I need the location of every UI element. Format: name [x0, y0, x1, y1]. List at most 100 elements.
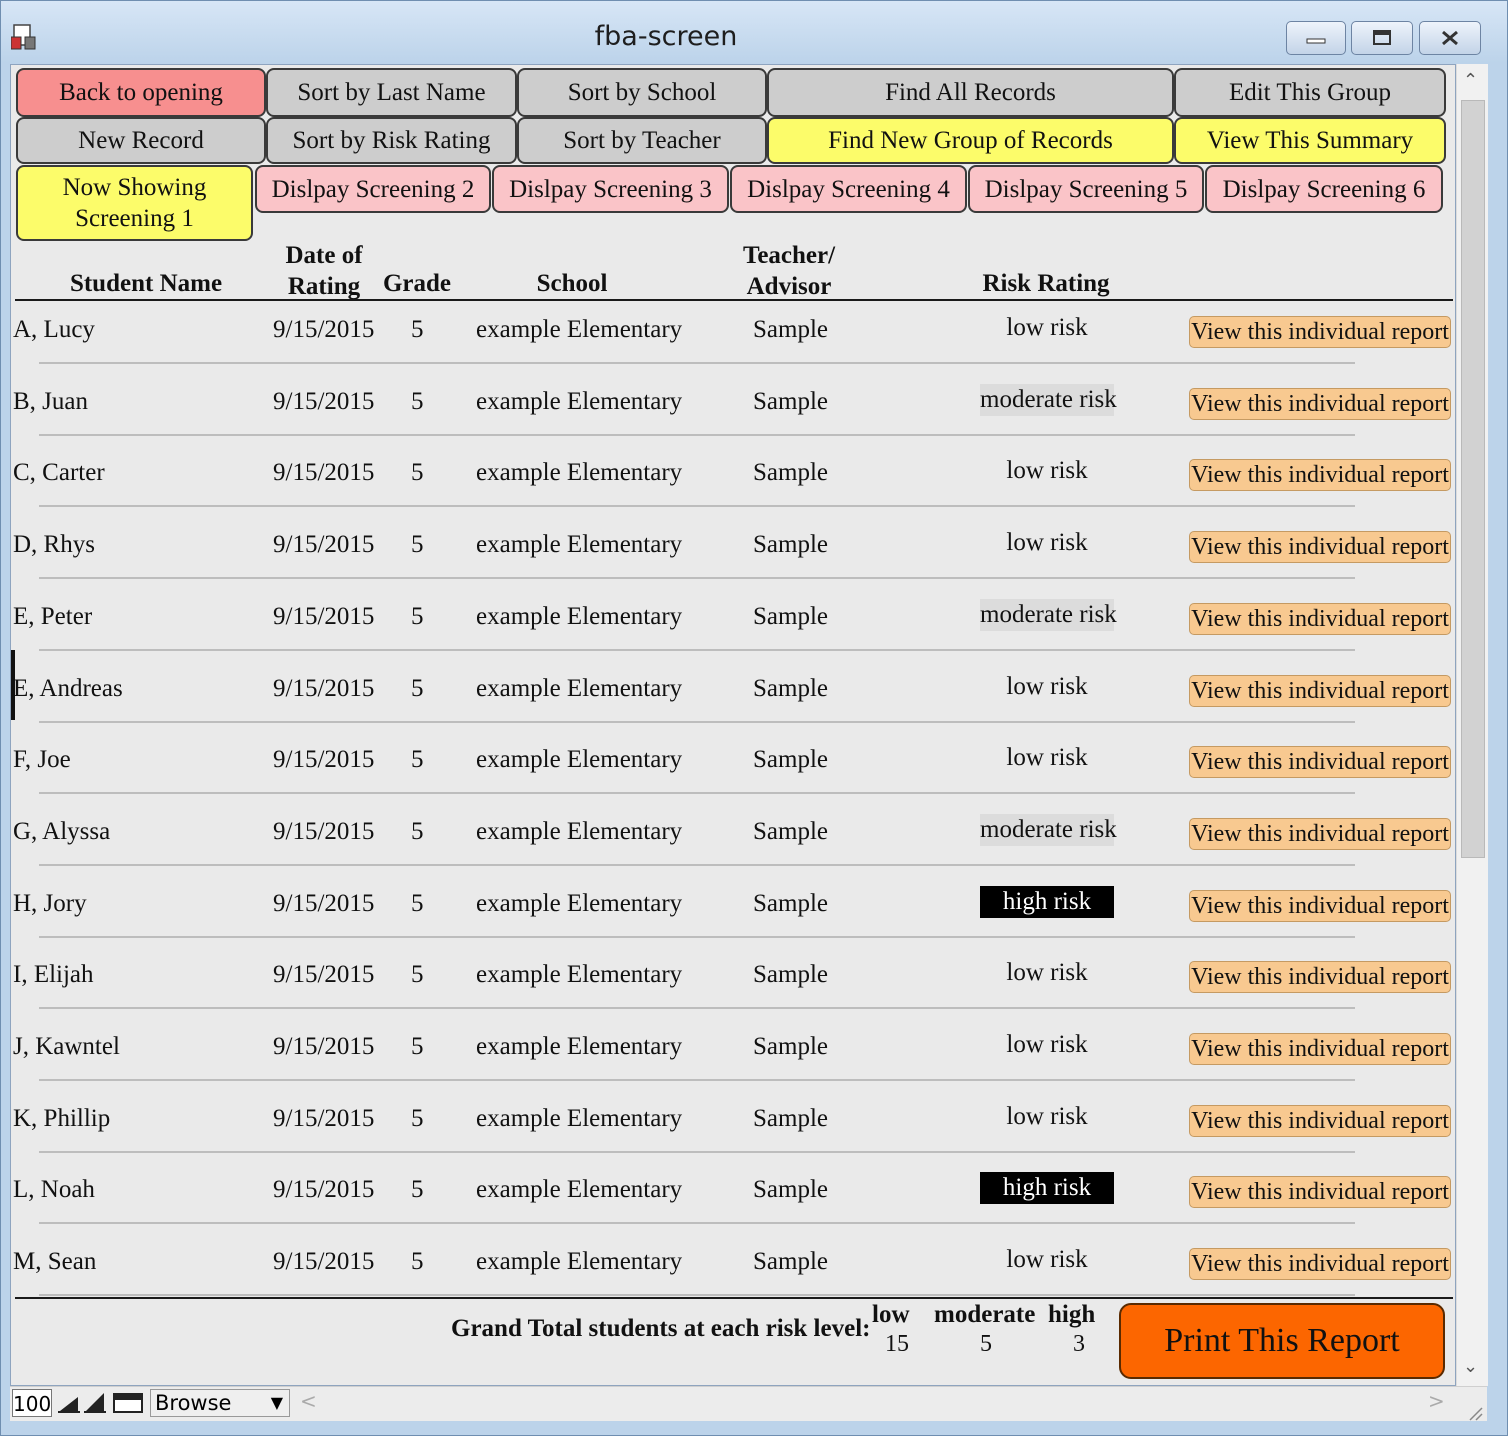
maximize-button[interactable] [1351, 21, 1413, 55]
moderate-level-count: 5 [980, 1331, 992, 1357]
risk-rating-cell: moderate risk [980, 814, 1117, 846]
maximize-icon [1373, 30, 1391, 45]
zoom-level[interactable]: 100 [12, 1389, 52, 1417]
find-new-group-button[interactable]: Find New Group of Records [767, 117, 1174, 164]
screening-6-button[interactable]: Dislpay Screening 6 [1205, 165, 1443, 213]
view-individual-report-button[interactable]: View this individual report [1189, 603, 1451, 635]
scroll-thumb[interactable] [1461, 100, 1485, 858]
toolbar-toggle-icon[interactable] [113, 1391, 143, 1415]
table-row: M, Sean 9/15/2015 5 example Elementary Sampl… [11, 1234, 1455, 1306]
school-cell: example Elementary [476, 316, 683, 343]
low-level-label: low [872, 1301, 910, 1328]
teacher-cell: Sample [753, 890, 828, 917]
date-cell: 9/15/2015 [273, 531, 375, 558]
minimize-icon [1306, 38, 1326, 44]
row-divider [39, 577, 1355, 579]
grade-cell: 5 [411, 1248, 424, 1275]
view-individual-report-button[interactable]: View this individual report [1189, 1248, 1451, 1280]
date-cell: 9/15/2015 [273, 675, 375, 702]
edit-this-group-button[interactable]: Edit This Group [1174, 68, 1446, 117]
view-individual-report-button[interactable]: View this individual report [1189, 1105, 1451, 1137]
table-row: I, Elijah 9/15/2015 5 example Elementary Sam… [11, 947, 1455, 1019]
row-divider [39, 434, 1355, 436]
view-individual-report-button[interactable]: View this individual report [1189, 459, 1451, 491]
risk-rating-cell: low risk [1006, 1031, 1088, 1058]
resize-grip-icon[interactable] [1467, 1405, 1483, 1421]
high-level-label: high [1048, 1301, 1096, 1328]
teacher-cell: Sample [753, 459, 828, 486]
grade-cell: 5 [411, 1176, 424, 1203]
view-individual-report-button[interactable]: View this individual report [1189, 675, 1451, 707]
view-individual-report-button[interactable]: View this individual report [1189, 818, 1451, 850]
student-name-cell: E, Andreas [13, 675, 123, 702]
mode-dropdown[interactable]: Browse ▼ [150, 1389, 290, 1417]
view-individual-report-button[interactable]: View this individual report [1189, 316, 1451, 348]
grade-cell: 5 [411, 746, 424, 773]
date-cell: 9/15/2015 [273, 890, 375, 917]
screening-5-button[interactable]: Dislpay Screening 5 [968, 165, 1204, 213]
title-bar: fba-screen [1, 1, 1507, 63]
new-record-button[interactable]: New Record [16, 117, 266, 164]
table-row: G, Alyssa 9/15/2015 5 example Elementary Sam… [11, 804, 1455, 876]
zoom-in-icon[interactable] [84, 1391, 106, 1415]
sort-by-risk-rating-button[interactable]: Sort by Risk Rating [266, 117, 517, 164]
date-cell: 9/15/2015 [273, 1176, 375, 1203]
window-title: fba-screen [594, 21, 738, 52]
view-individual-report-button[interactable]: View this individual report [1189, 746, 1451, 778]
minimize-button[interactable] [1286, 21, 1346, 55]
table-row: H, Jory 9/15/2015 5 example Elementary Sampl… [11, 876, 1455, 948]
print-report-button[interactable]: Print This Report [1119, 1303, 1445, 1379]
date-cell: 9/15/2015 [273, 316, 375, 343]
teacher-cell: Sample [753, 603, 828, 630]
grade-cell: 5 [411, 531, 424, 558]
row-divider [39, 362, 1355, 364]
teacher-cell: Sample [753, 1248, 828, 1275]
grade-cell: 5 [411, 818, 424, 845]
row-divider [39, 1294, 1355, 1296]
view-individual-report-button[interactable]: View this individual report [1189, 1176, 1451, 1208]
screening-1-button[interactable]: Now Showing Screening 1 [16, 165, 253, 241]
zoom-out-icon[interactable] [58, 1391, 80, 1415]
view-individual-report-button[interactable]: View this individual report [1189, 388, 1451, 420]
vertical-scrollbar[interactable]: ⌃ ⌄ [1456, 64, 1488, 1386]
find-all-records-button[interactable]: Find All Records [767, 68, 1174, 117]
screening-2-button[interactable]: Dislpay Screening 2 [255, 165, 491, 213]
close-button[interactable] [1419, 21, 1481, 55]
school-cell: example Elementary [476, 603, 683, 630]
teacher-cell: Sample [753, 818, 828, 845]
table-row: J, Kawntel 9/15/2015 5 example Elementary Sa… [11, 1019, 1455, 1091]
scroll-right-icon[interactable]: > [1428, 1389, 1445, 1413]
view-individual-report-button[interactable]: View this individual report [1189, 890, 1451, 922]
student-name-cell: M, Sean [13, 1248, 97, 1275]
header-divider [15, 299, 1453, 301]
screening-3-button[interactable]: Dislpay Screening 3 [492, 165, 729, 213]
view-individual-report-button[interactable]: View this individual report [1189, 1033, 1451, 1065]
back-to-opening-button[interactable]: Back to opening [16, 68, 266, 117]
view-individual-report-button[interactable]: View this individual report [1189, 531, 1451, 563]
row-divider [39, 649, 1355, 651]
table-row: E, Andreas 9/15/2015 5 example Elementary Sa… [11, 661, 1455, 733]
risk-rating-cell: high risk [980, 886, 1114, 918]
view-individual-report-button[interactable]: View this individual report [1189, 961, 1451, 993]
table-row: E, Peter 9/15/2015 5 example Elementary Samp… [11, 589, 1455, 661]
sort-by-school-button[interactable]: Sort by School [517, 68, 767, 117]
view-this-summary-button[interactable]: View This Summary [1174, 117, 1446, 164]
row-divider [39, 864, 1355, 866]
low-level-count: 15 [885, 1331, 909, 1357]
risk-rating-cell: low risk [1006, 1103, 1088, 1130]
sort-by-last-name-button[interactable]: Sort by Last Name [266, 68, 517, 117]
grand-total-label: Grand Total students at each risk level: [451, 1315, 871, 1342]
scroll-down-icon[interactable]: ⌄ [1463, 1356, 1478, 1377]
screening-4-button[interactable]: Dislpay Screening 4 [730, 165, 967, 213]
grade-cell: 5 [411, 1105, 424, 1132]
grade-cell: 5 [411, 890, 424, 917]
table-row: A, Lucy 9/15/2015 5 example Elementary Sampl… [11, 302, 1455, 374]
header-school: School [536, 270, 608, 297]
sort-by-teacher-button[interactable]: Sort by Teacher [517, 117, 767, 164]
row-divider [39, 936, 1355, 938]
scroll-up-icon[interactable]: ⌃ [1463, 70, 1478, 91]
scroll-left-icon[interactable]: < [300, 1389, 317, 1413]
row-divider [39, 1079, 1355, 1081]
grade-cell: 5 [411, 1033, 424, 1060]
grade-cell: 5 [411, 459, 424, 486]
